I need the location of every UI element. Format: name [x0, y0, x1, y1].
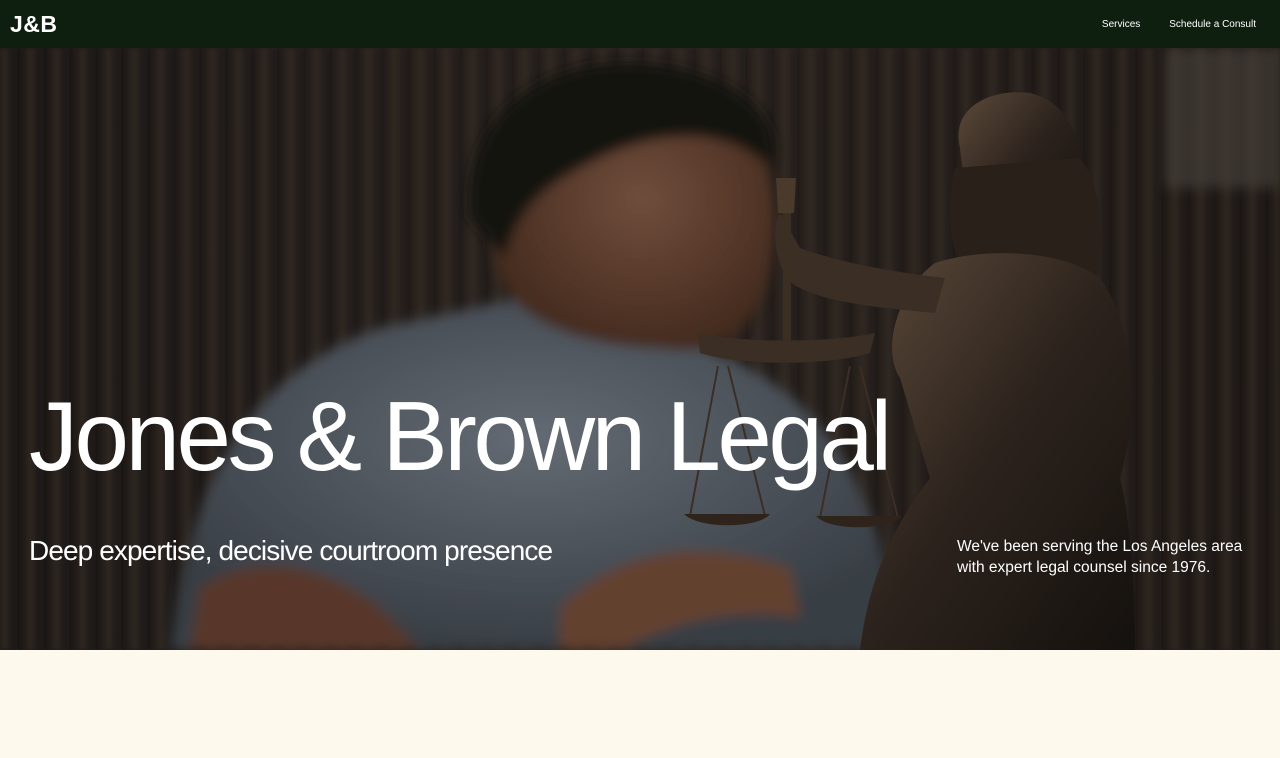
site-logo[interactable]: J&B: [10, 11, 58, 38]
nav-link-services[interactable]: Services: [1102, 19, 1140, 30]
top-navbar: J&B Services Schedule a Consult: [0, 0, 1280, 48]
hero-title: Jones & Brown Legal: [29, 381, 892, 491]
hero-tagline: Deep expertise, decisive courtroom prese…: [29, 535, 553, 566]
nav-links: Services Schedule a Consult: [1102, 19, 1256, 30]
hero-blurb: We've been serving the Los Angeles area …: [957, 538, 1243, 576]
hero-section: Jones & Brown Legal Deep expertise, deci…: [0, 48, 1280, 650]
content-section: [0, 650, 1280, 758]
nav-link-schedule-consult[interactable]: Schedule a Consult: [1169, 19, 1256, 30]
